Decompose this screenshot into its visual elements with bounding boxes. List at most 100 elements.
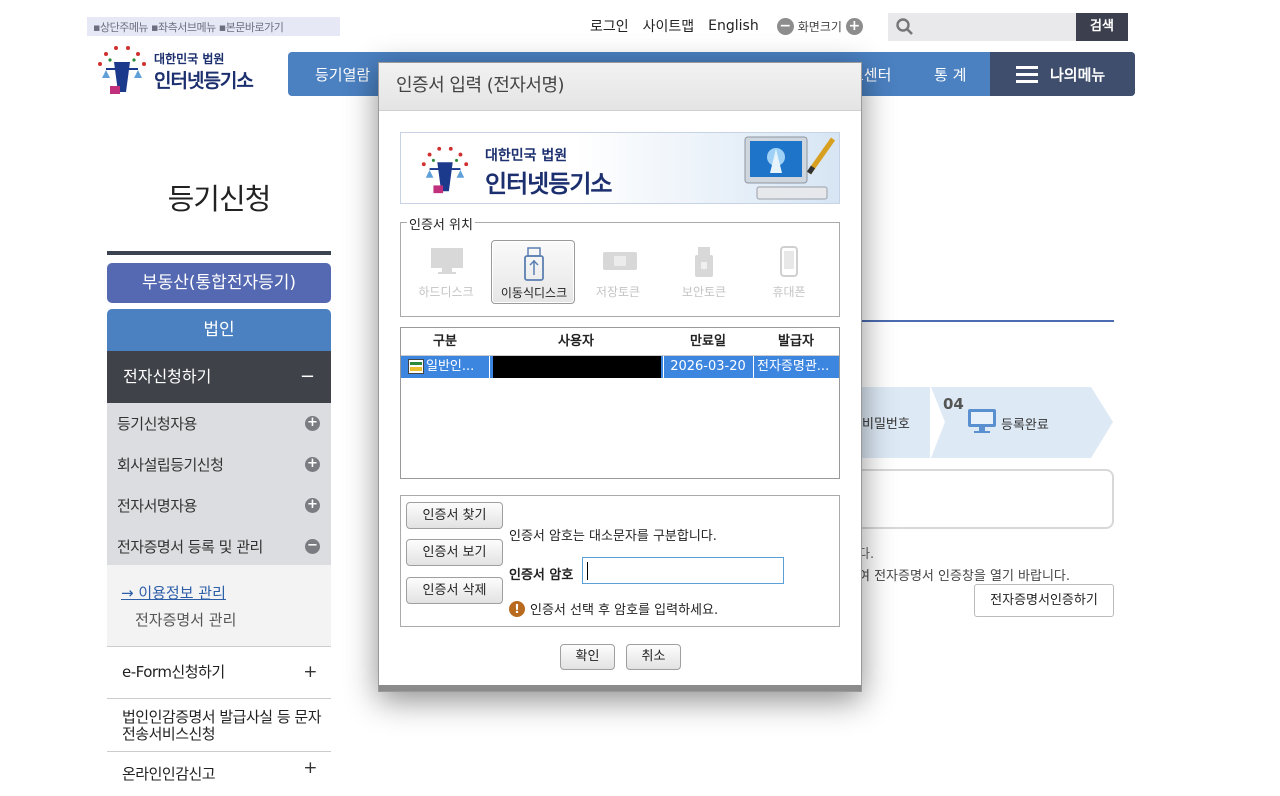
hamburger-icon: [1016, 66, 1038, 83]
usage-info-link[interactable]: → 이용정보 관리: [121, 582, 226, 603]
cert-user-redacted: [493, 356, 661, 378]
login-link[interactable]: 로그인: [590, 16, 629, 36]
location-storage-token[interactable]: 저장토큰: [576, 240, 660, 304]
warning-icon: !: [509, 600, 525, 617]
certificate-table: 구분 사용자 만료일 발급자 일반인... 2026-03-20 전자증명관..…: [400, 327, 840, 479]
zoom-label: 화면크기: [797, 19, 842, 34]
submenu-item[interactable]: 전자증명서 등록 및 관리: [117, 536, 263, 557]
step-complete: 04 등록완료: [931, 387, 1113, 458]
certificate-icon: [408, 359, 424, 374]
column-header-type: 구분: [433, 334, 457, 349]
cert-type: 일반인...: [426, 359, 475, 374]
storage-token-icon: [603, 252, 637, 270]
step-label: 등록완료: [1001, 418, 1049, 433]
search-bar[interactable]: 검색: [888, 13, 1128, 41]
banner-title: 인터넷등기소: [485, 170, 612, 198]
sitemap-link[interactable]: 사이트맵: [643, 16, 695, 36]
step-label: 비밀번호: [862, 417, 910, 432]
zoom-in-icon[interactable]: +: [845, 17, 863, 35]
banner-subtitle: 대한민국 법원: [485, 148, 568, 164]
search-button[interactable]: 검색: [1076, 13, 1128, 41]
expand-icon: +: [303, 758, 317, 778]
cert-location-group: 인증서 위치 하드디스크 이동식디스크 저장토큰 보안토큰 휴대폰: [400, 214, 840, 317]
sidebar-item-label: 온라인인감신고: [122, 765, 216, 783]
my-menu-button[interactable]: 나의메뉴: [990, 52, 1135, 96]
column-header-user: 사용자: [558, 334, 594, 349]
court-emblem-icon: [421, 146, 469, 194]
computer-pen-icon: [744, 136, 836, 200]
expand-icon[interactable]: +: [305, 457, 320, 472]
sidebar-item-e-application[interactable]: 전자신청하기 −: [107, 351, 331, 403]
step-number: 04: [943, 395, 964, 413]
collapse-icon[interactable]: −: [305, 539, 320, 554]
find-cert-button[interactable]: 인증서 찾기: [406, 502, 503, 529]
english-link[interactable]: English: [708, 18, 759, 34]
e-cert-manage-link[interactable]: 전자증명서 관리: [135, 609, 236, 630]
submenu-item[interactable]: 등기신청자용: [117, 413, 197, 434]
column-header-expiry: 만료일: [690, 334, 726, 349]
sidebar-item-sms-service[interactable]: 법인인감증명서 발급사실 등 문자전송서비스신청: [107, 699, 331, 752]
e-cert-auth-button[interactable]: 전자증명서인증하기: [974, 584, 1114, 617]
location-label: 휴대폰: [772, 285, 806, 299]
logo-title: 인터넷등기소: [154, 70, 254, 92]
sidebar-item-label: 법인인감증명서 발급사실 등 문자전송서비스신청: [122, 708, 322, 743]
gnb-item-statistics[interactable]: 통 계: [934, 64, 966, 85]
sidebar-item-label: 전자신청하기: [123, 367, 212, 386]
password-input[interactable]: [582, 557, 784, 584]
table-header: 구분 사용자 만료일 발급자: [401, 328, 839, 356]
delete-cert-button[interactable]: 인증서 삭제: [406, 577, 503, 604]
password-panel: 인증서 찾기 인증서 보기 인증서 삭제 인증서 암호는 대소문자를 구분합니다…: [400, 495, 840, 627]
cert-expiry: 2026-03-20: [670, 359, 746, 374]
text-caret: [587, 562, 588, 580]
expand-icon[interactable]: +: [305, 416, 320, 431]
page-title: 등기신청: [167, 182, 272, 216]
sidebar-item-online-seal[interactable]: 온라인인감신고 +: [107, 752, 331, 792]
password-label: 인증서 암호: [509, 568, 574, 583]
zoom-out-icon[interactable]: −: [776, 17, 794, 35]
site-logo[interactable]: 대한민국 법원 인터넷등기소: [92, 42, 282, 100]
table-row[interactable]: 일반인... 2026-03-20 전자증명관...: [401, 356, 839, 378]
court-emblem-icon: [98, 46, 146, 94]
dialog-title[interactable]: 인증서 입력 (전자서명): [379, 63, 861, 111]
location-hard-disk[interactable]: 하드디스크: [404, 240, 488, 304]
cancel-button[interactable]: 취소: [626, 644, 681, 670]
view-cert-button[interactable]: 인증서 보기: [406, 539, 503, 566]
ok-button[interactable]: 확인: [560, 644, 615, 670]
dialog-banner: 대한민국 법원 인터넷등기소: [400, 132, 840, 204]
collapse-icon: −: [299, 366, 315, 387]
search-icon: [896, 18, 913, 35]
location-mobile-phone[interactable]: 휴대폰: [747, 240, 831, 304]
gnb-item-registry-view[interactable]: 등기열람: [315, 64, 370, 85]
sidebar-real-estate-button[interactable]: 부동산(통합전자등기): [107, 263, 331, 303]
submenu-item[interactable]: 전자서명자용: [117, 495, 197, 516]
dialog-bottom-bar: [379, 685, 861, 691]
utility-links: 로그인 사이트맵 English − 화면크기 +: [590, 14, 867, 38]
notice-text: 여 전자증명서 인증창을 열기 바랍니다.: [858, 569, 1071, 584]
sidebar-divider: [107, 251, 331, 255]
cert-location-legend: 인증서 위치: [407, 214, 475, 233]
sidebar-item-eform[interactable]: e-Form신청하기 +: [107, 647, 331, 699]
my-menu-label: 나의메뉴: [1050, 66, 1106, 84]
usb-drive-icon: [524, 247, 544, 281]
warning-message: ! 인증서 선택 후 암호를 입력하세요.: [509, 599, 718, 618]
location-security-token[interactable]: 보안토큰: [662, 240, 746, 304]
step-password: 비밀번호: [858, 387, 930, 458]
logo-subtitle: 대한민국 법원: [154, 52, 225, 66]
location-label: 보안토큰: [681, 285, 727, 299]
certificate-dialog: 인증서 입력 (전자서명) 대한민국 법원 인터넷등기소 인증서 위치 하드디스…: [378, 62, 862, 692]
submenu-item[interactable]: 회사설립등기신청: [117, 454, 224, 475]
skip-links[interactable]: ▪상단주메뉴 ▪좌측서브메뉴 ▪본문바로가기: [87, 17, 340, 36]
mobile-phone-icon: [780, 246, 798, 277]
expand-icon: +: [303, 662, 317, 682]
security-token-icon: [695, 247, 713, 277]
location-removable-disk[interactable]: 이동식디스크: [491, 240, 575, 304]
content-box: [858, 469, 1114, 529]
column-header-issuer: 발급자: [778, 334, 814, 349]
sidebar-submenu: 등기신청자용 + 회사설립등기신청 + 전자서명자용 + 전자증명서 등록 및 …: [107, 403, 331, 565]
cert-issuer: 전자증명관...: [757, 359, 830, 374]
location-label: 하드디스크: [418, 285, 474, 299]
expand-icon[interactable]: +: [305, 498, 320, 513]
location-label: 저장토큰: [595, 285, 641, 299]
sidebar-section-corporation[interactable]: 법인: [107, 309, 331, 351]
warning-text: 인증서 선택 후 암호를 입력하세요.: [530, 603, 719, 618]
